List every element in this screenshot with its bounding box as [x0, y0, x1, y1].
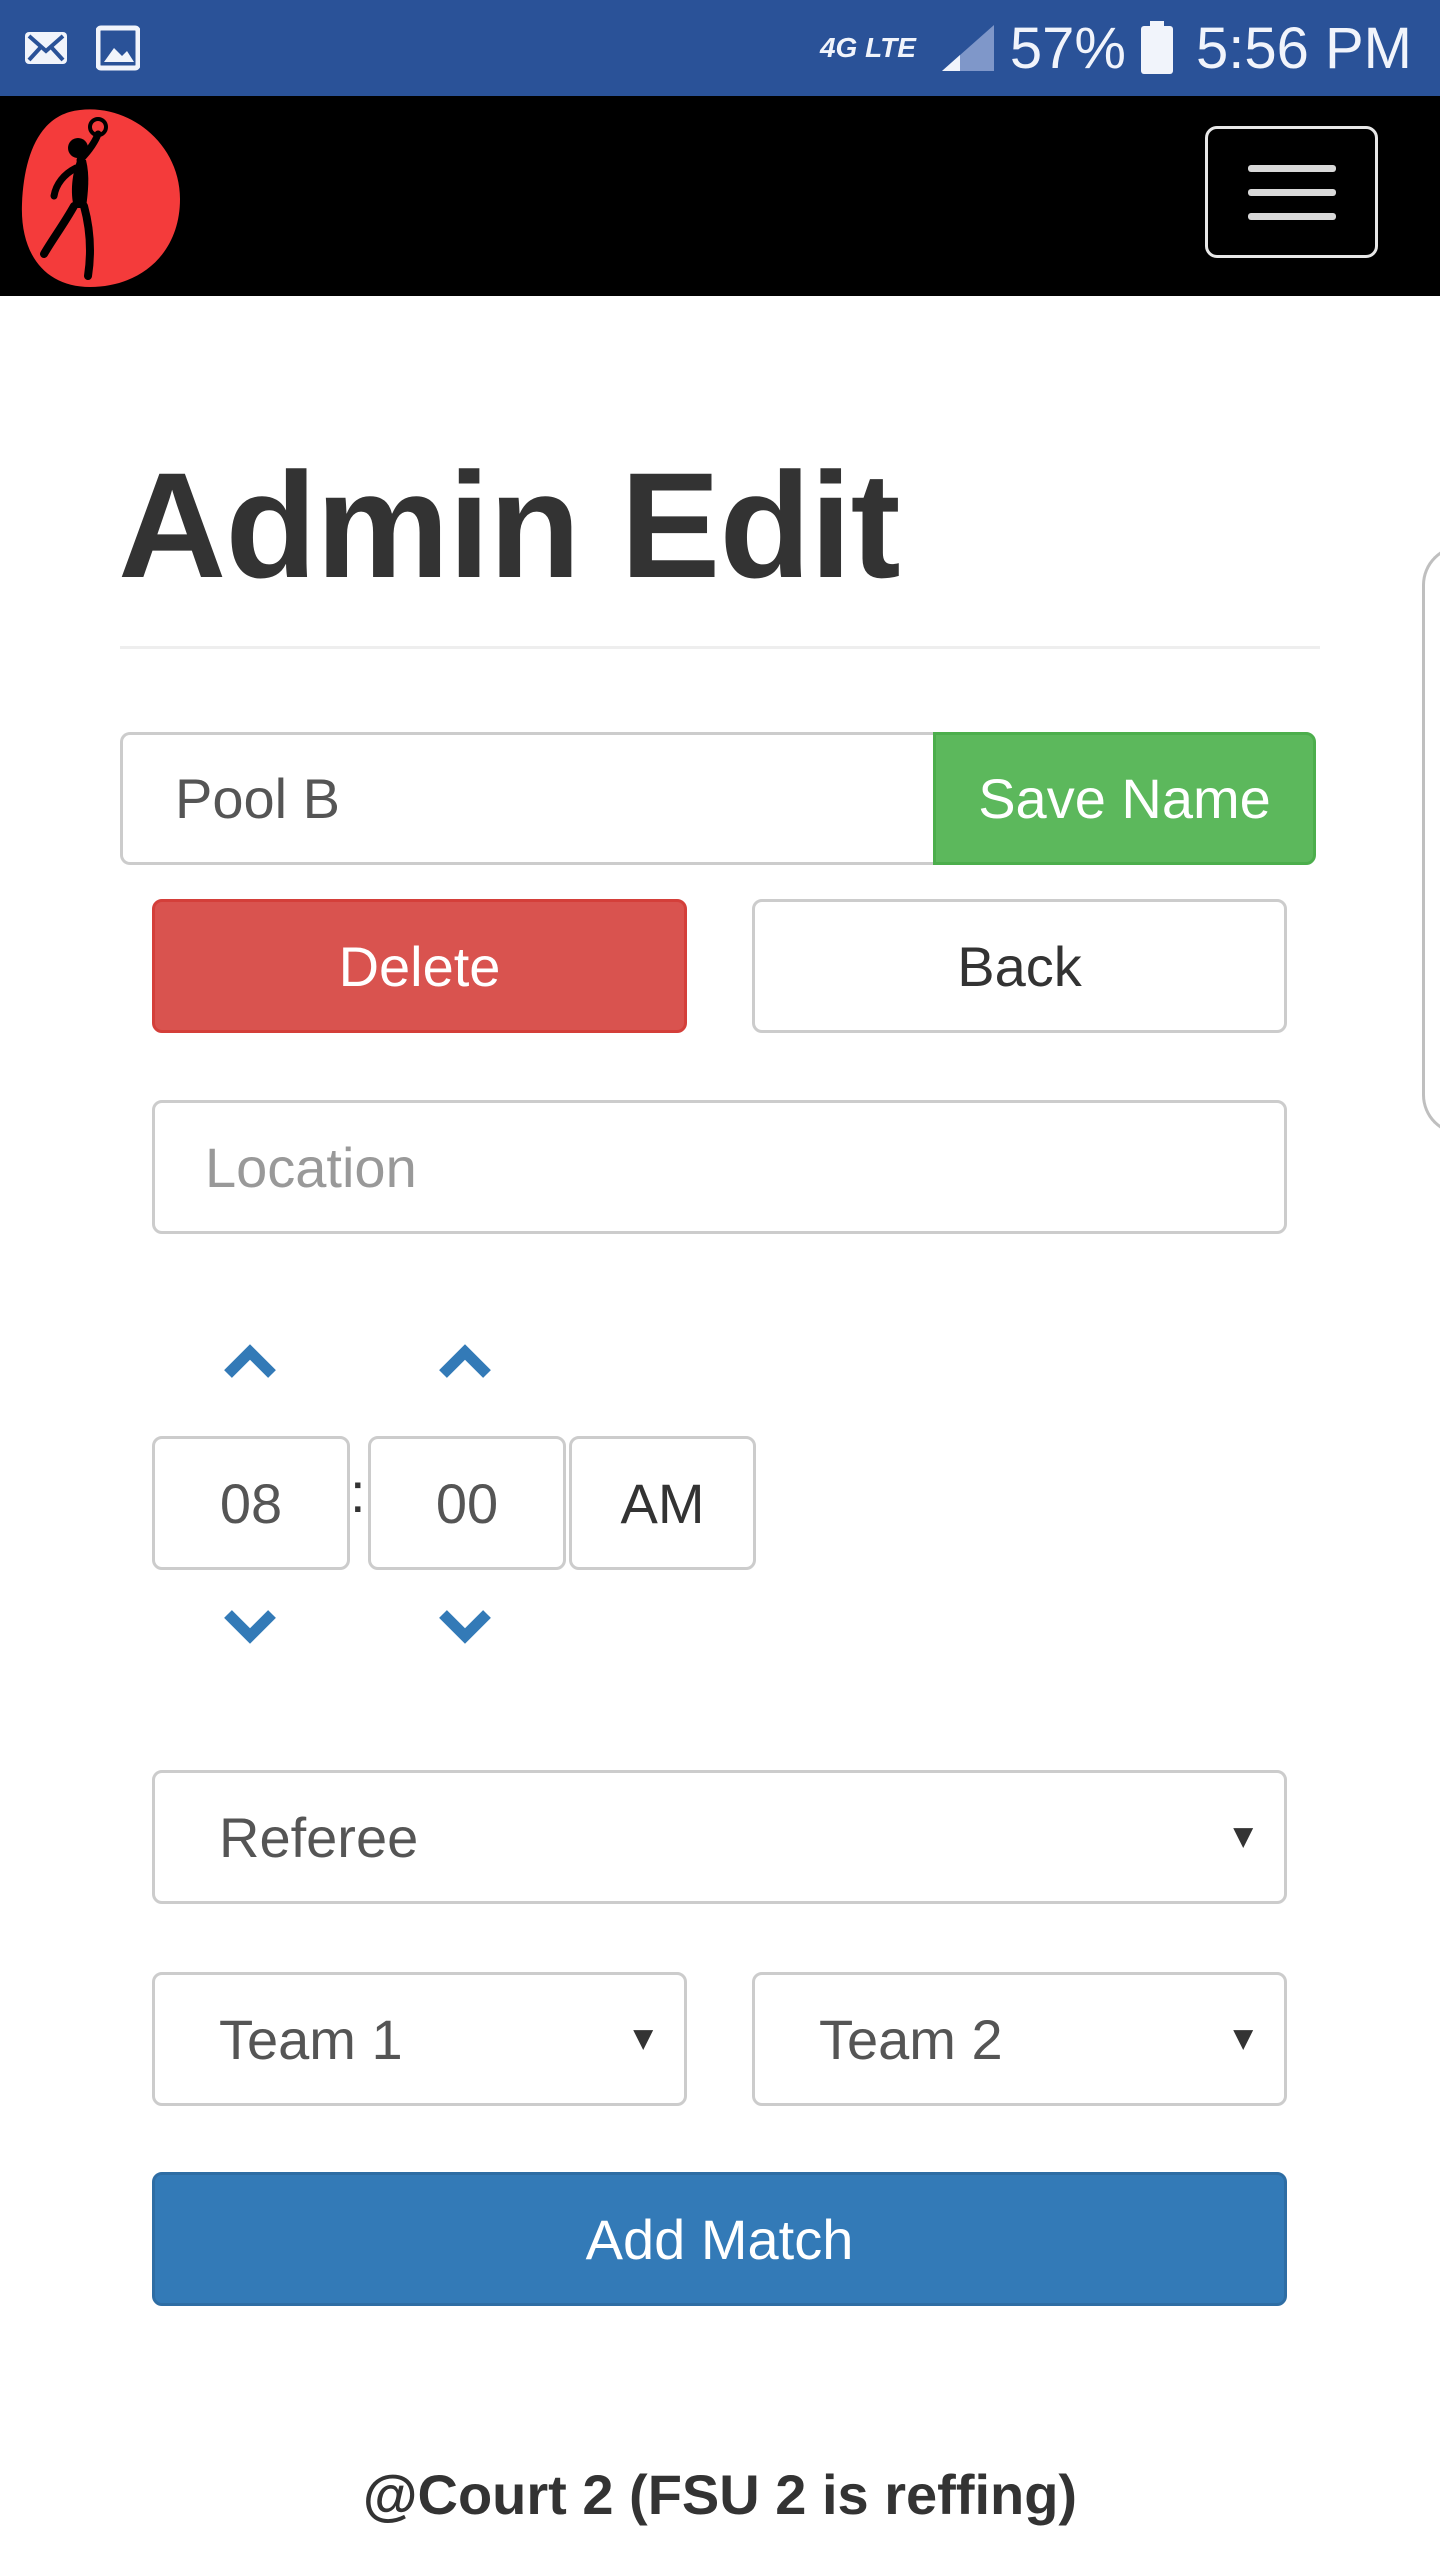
- team2-select-label: Team 2: [819, 2007, 1003, 2071]
- location-input[interactable]: Location: [152, 1100, 1287, 1234]
- chevron-up-icon: [224, 1344, 276, 1378]
- battery-percent: 57%: [1009, 15, 1126, 81]
- hour-decrement-button[interactable]: [210, 1598, 290, 1658]
- back-button[interactable]: Back: [752, 899, 1287, 1033]
- caret-down-icon: ▼: [1226, 1817, 1260, 1856]
- add-match-button[interactable]: Add Match: [152, 2172, 1287, 2306]
- meridian-toggle-button[interactable]: AM: [569, 1436, 756, 1570]
- caret-down-icon: ▼: [1226, 2019, 1260, 2058]
- delete-button[interactable]: Delete: [152, 899, 687, 1033]
- minute-increment-button[interactable]: [425, 1330, 505, 1390]
- referee-select[interactable]: Referee ▼: [152, 1770, 1287, 1904]
- hour-increment-button[interactable]: [210, 1330, 290, 1390]
- referee-select-label: Referee: [219, 1805, 419, 1869]
- team2-select[interactable]: Team 2 ▼: [752, 1972, 1287, 2106]
- signal-icon: [941, 25, 994, 71]
- clock: 5:56 PM: [1196, 15, 1412, 81]
- hour-input[interactable]: 08: [152, 1436, 350, 1570]
- caret-down-icon: ▼: [626, 2019, 660, 2058]
- hamburger-menu-button[interactable]: [1205, 126, 1378, 258]
- system-icons: 4G LTE 57% 5:56 PM: [820, 10, 1412, 86]
- network-type: 4G LTE: [819, 32, 916, 63]
- save-name-button[interactable]: Save Name: [933, 732, 1316, 865]
- status-bar: 4G LTE 57% 5:56 PM: [0, 0, 1440, 96]
- hamburger-menu-icon: [1248, 165, 1336, 172]
- team1-select-label: Team 1: [219, 2007, 403, 2071]
- team1-select[interactable]: Team 1 ▼: [152, 1972, 687, 2106]
- pool-name-input[interactable]: Pool B: [120, 732, 933, 865]
- court-assignment-text: @Court 2 (FSU 2 is reffing): [362, 2463, 1078, 2526]
- mail-icon: [25, 32, 67, 64]
- notification-icons: [22, 24, 140, 72]
- battery-icon: [1141, 21, 1173, 74]
- hamburger-bar: [1248, 213, 1336, 220]
- navbar: [0, 96, 1440, 296]
- title-divider: [120, 646, 1320, 649]
- pool-name-group: Pool B Save Name: [120, 732, 1316, 865]
- chevron-down-icon: [224, 1610, 276, 1644]
- chevron-down-icon: [439, 1610, 491, 1644]
- minute-input[interactable]: 00: [368, 1436, 566, 1570]
- chevron-up-icon: [439, 1344, 491, 1378]
- scroll-edge: [1422, 545, 1440, 1135]
- hamburger-bar: [1248, 189, 1336, 196]
- volleyball-player-logo[interactable]: [20, 104, 185, 289]
- page-title: Admin Edit: [118, 441, 901, 609]
- minute-decrement-button[interactable]: [425, 1598, 505, 1658]
- time-separator: :: [350, 1461, 366, 1524]
- image-icon: [96, 25, 140, 71]
